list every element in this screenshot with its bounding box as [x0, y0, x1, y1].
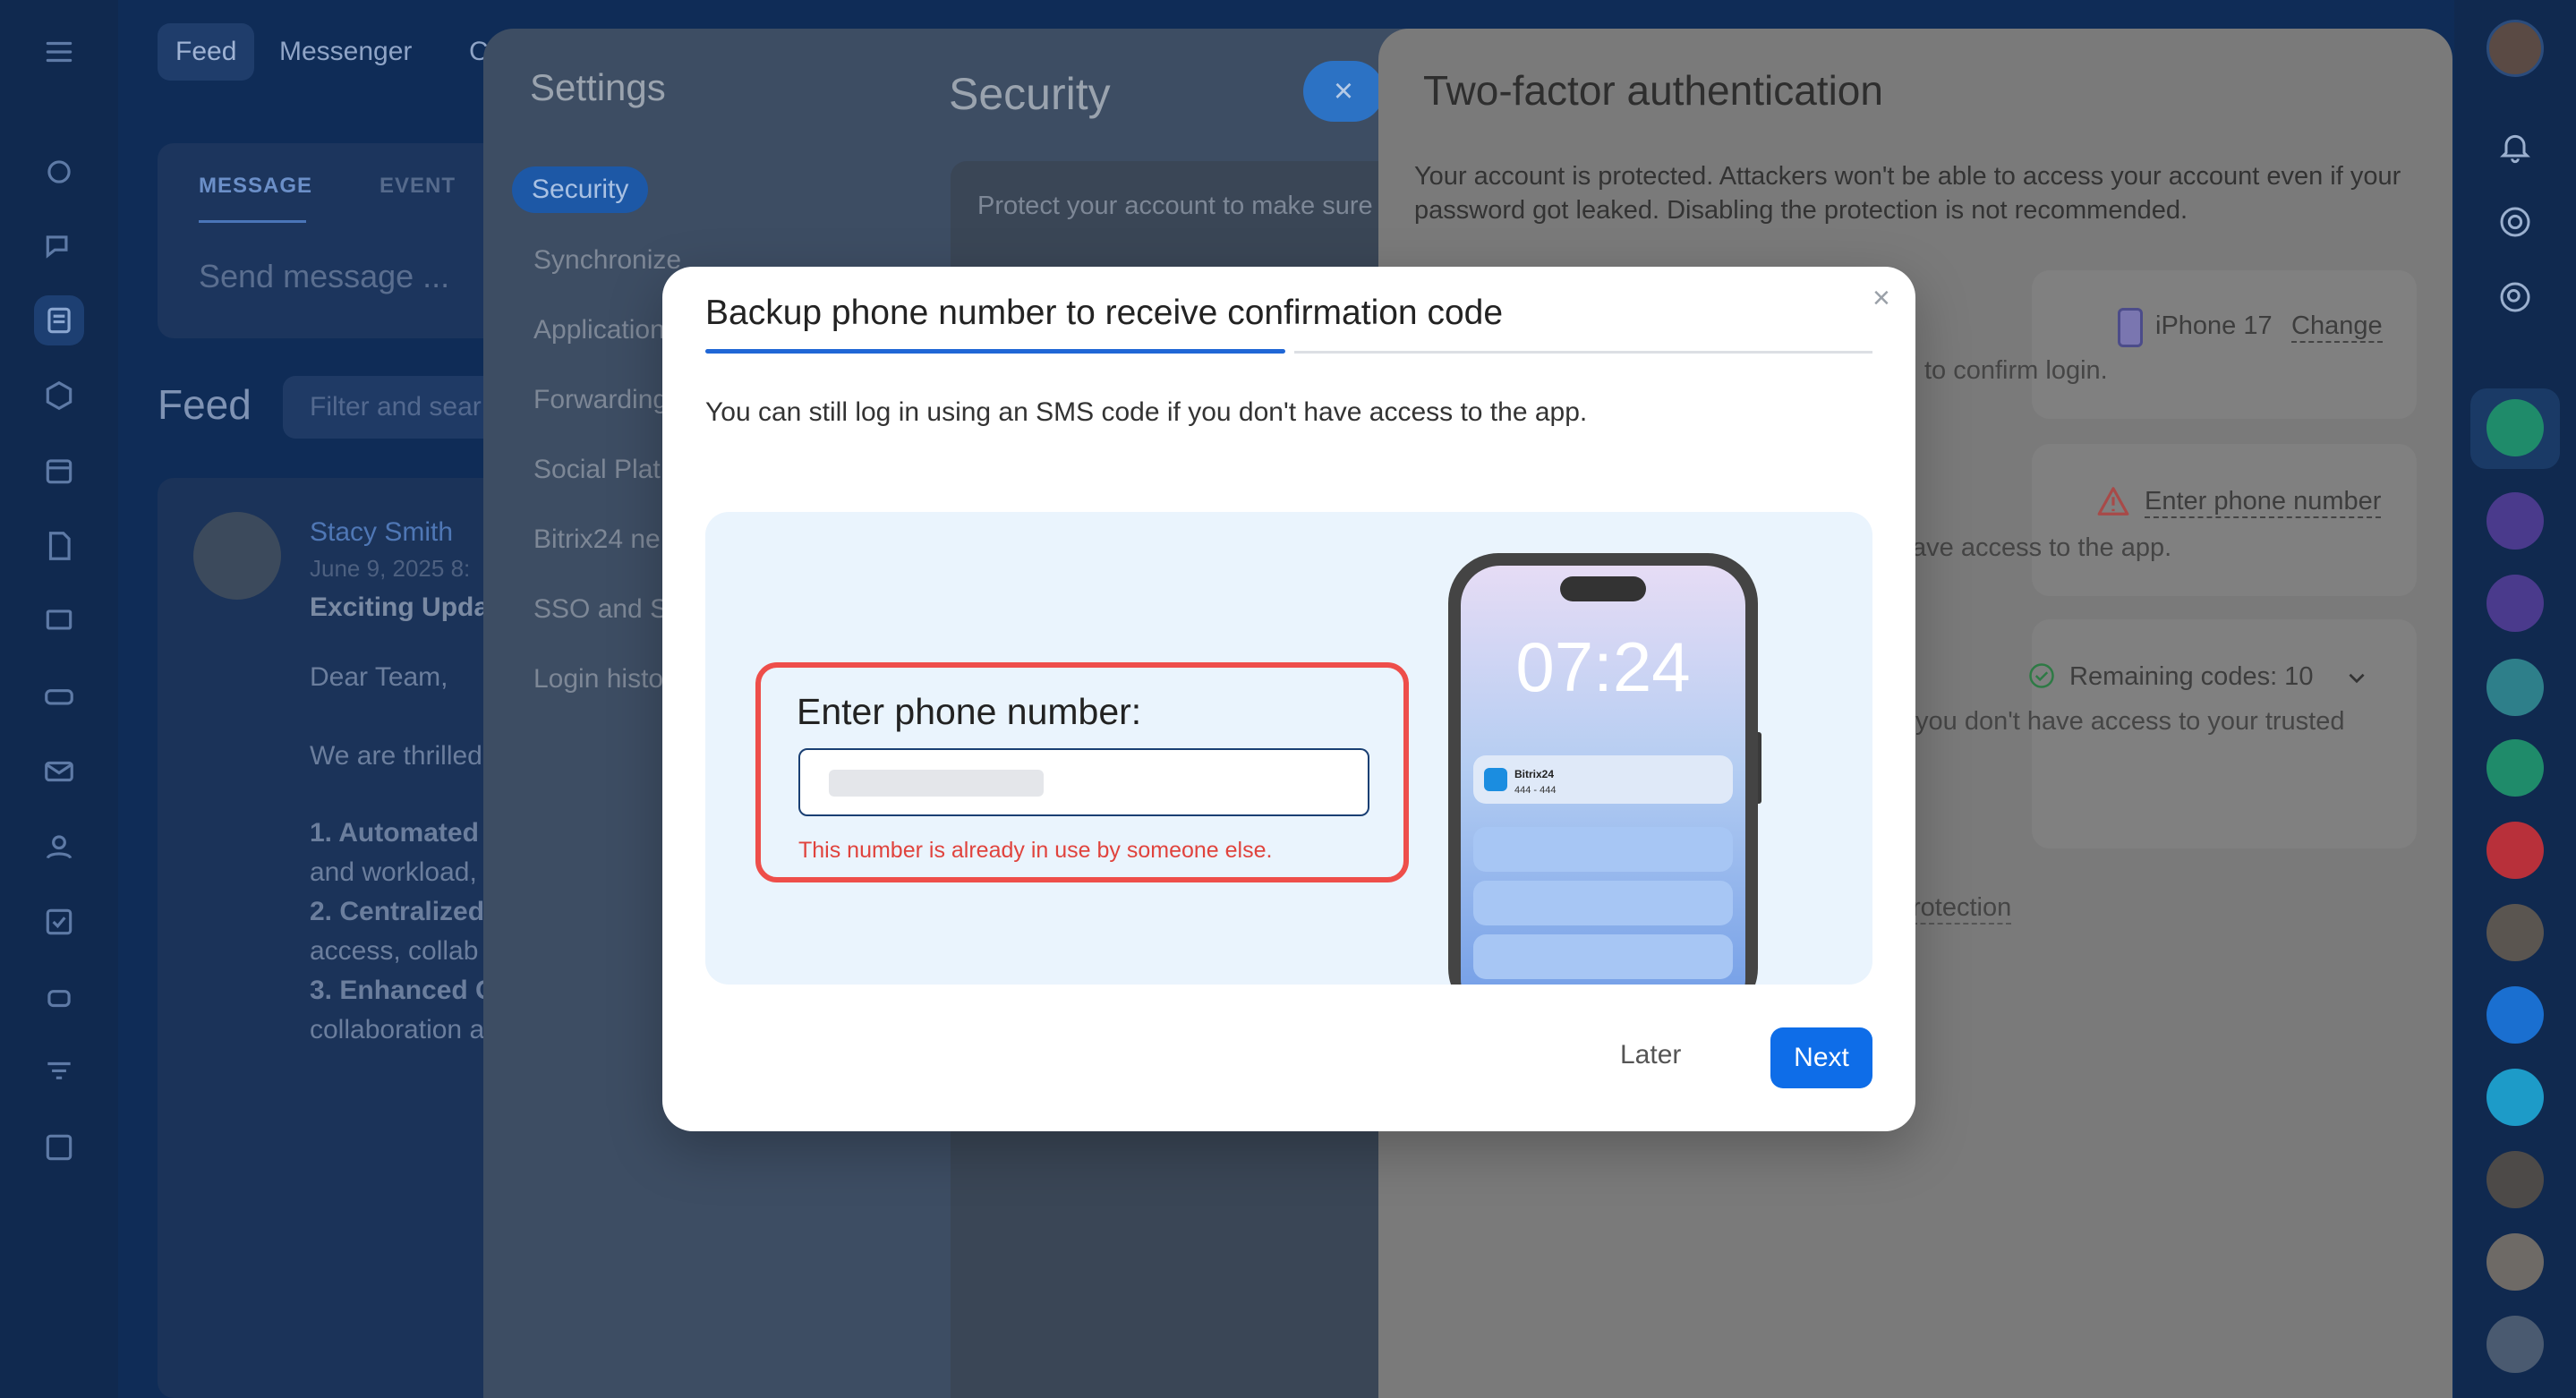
- feed-title: Feed: [158, 381, 252, 428]
- two-factor-title: Two-factor authentication: [1423, 67, 1883, 114]
- tab-message[interactable]: MESSAGE: [199, 174, 312, 199]
- check-circle-icon: [2029, 663, 2054, 688]
- copilot-chat-icon[interactable]: [2486, 575, 2544, 632]
- phone-illustration: 07:24 Bitrix24 444 - 444: [1448, 553, 1761, 985]
- message-input[interactable]: Send message ...: [199, 258, 449, 295]
- chat-icon[interactable]: [34, 222, 84, 272]
- post-line: Dear Team,: [310, 662, 448, 692]
- backup-phone-dialog: Backup phone number to receive confirmat…: [662, 267, 1915, 1131]
- tab-underline: [199, 220, 306, 223]
- progress-step-2: [1294, 351, 1872, 354]
- progress-step-1: [705, 349, 1285, 354]
- tasks-icon[interactable]: [34, 897, 84, 947]
- grid-icon[interactable]: [34, 1122, 84, 1172]
- document-icon[interactable]: [34, 521, 84, 571]
- post-line: access, collab: [310, 936, 479, 966]
- left-navigation: [0, 0, 118, 1398]
- two-factor-description: Your account is protected. Attackers won…: [1414, 162, 2401, 225]
- contacts-icon[interactable]: [34, 822, 84, 872]
- post-line: collaboration a: [310, 1015, 485, 1044]
- checklist-icon[interactable]: [2486, 739, 2544, 797]
- bell-icon[interactable]: [2497, 129, 2533, 165]
- phone-error-message: This number is already in use by someone…: [798, 838, 1273, 863]
- task-app-icon[interactable]: [2486, 399, 2544, 456]
- close-icon[interactable]: ×: [1303, 61, 1384, 122]
- contact-avatar[interactable]: [2486, 1151, 2544, 1208]
- contact-avatar[interactable]: [2486, 1316, 2544, 1373]
- bookmark-icon[interactable]: [2486, 986, 2544, 1044]
- chevron-down-icon[interactable]: [2345, 666, 2368, 689]
- change-device-link[interactable]: Change: [2291, 311, 2383, 343]
- settings-menu-security[interactable]: Security: [512, 166, 649, 213]
- security-title: Security: [949, 69, 1111, 119]
- settings-menu-sso[interactable]: SSO and S: [533, 594, 668, 625]
- device-name: iPhone 17: [2155, 311, 2273, 340]
- board-icon[interactable]: [34, 596, 84, 646]
- feed-icon[interactable]: [34, 295, 84, 345]
- copilot-icon[interactable]: [2486, 492, 2544, 550]
- phone-device-icon: [2118, 308, 2143, 347]
- funnel-icon[interactable]: [34, 1047, 84, 1097]
- post-author[interactable]: Stacy Smith: [310, 517, 453, 548]
- tab-feed[interactable]: Feed: [158, 23, 255, 81]
- search-chat-icon[interactable]: [2497, 279, 2533, 315]
- confirm-login-text: to confirm login.: [1924, 356, 2108, 385]
- post-line: We are thrilled: [310, 741, 482, 771]
- post-title: Exciting Upda: [310, 592, 490, 622]
- mail-icon[interactable]: [34, 746, 84, 797]
- calendar-icon[interactable]: [34, 446, 84, 496]
- phone-card: [2032, 444, 2417, 596]
- group-chat-icon[interactable]: [2486, 822, 2544, 879]
- phone-input[interactable]: [798, 748, 1369, 816]
- enter-phone-link[interactable]: Enter phone number: [2145, 487, 2382, 518]
- security-description: Protect your account to make sure: [977, 192, 1373, 220]
- open-channels-icon[interactable]: [2486, 1069, 2544, 1126]
- phone-illustration-panel: Enter phone number: This number is alrea…: [705, 512, 1872, 985]
- avatar[interactable]: [193, 512, 281, 600]
- settings-menu-bitrix24[interactable]: Bitrix24 ne: [533, 524, 661, 555]
- device-card: [2032, 270, 2417, 419]
- contact-avatar[interactable]: [2486, 904, 2544, 961]
- settings-menu-applications[interactable]: Application: [533, 315, 665, 345]
- notification-text: 444 - 444: [1514, 785, 1556, 796]
- contact-avatar[interactable]: [2486, 1233, 2544, 1291]
- phone-clock: 07:24: [1515, 627, 1690, 706]
- settings-menu-synchronize[interactable]: Synchronize: [533, 245, 681, 276]
- drive-icon[interactable]: [34, 671, 84, 721]
- user-avatar[interactable]: [2486, 20, 2544, 77]
- post-date: June 9, 2025 8:: [310, 555, 471, 582]
- settings-menu-forwarding[interactable]: Forwarding: [533, 385, 668, 415]
- collab-icon[interactable]: [34, 147, 84, 197]
- post-line: 2. Centralized: [310, 897, 485, 926]
- dialog-description: You can still log in using an SMS code i…: [705, 397, 1588, 427]
- close-icon[interactable]: ×: [1872, 281, 1890, 316]
- hexagon-icon[interactable]: [34, 371, 84, 421]
- tab-messenger[interactable]: Messenger: [261, 23, 430, 81]
- warning-icon: [2097, 487, 2129, 516]
- settings-title: Settings: [530, 66, 666, 108]
- settings-menu-login-history[interactable]: Login histo: [533, 664, 663, 695]
- dialog-title: Backup phone number to receive confirmat…: [705, 294, 1504, 332]
- next-button[interactable]: Next: [1770, 1027, 1872, 1088]
- trusted-device-text: you don't have access to your trusted: [1915, 707, 2345, 736]
- phone-label: Enter phone number:: [797, 691, 1142, 732]
- robot-icon[interactable]: [34, 972, 84, 1022]
- later-button[interactable]: Later: [1620, 1040, 1681, 1070]
- reports-icon[interactable]: [2486, 659, 2544, 716]
- menu-icon[interactable]: [34, 27, 84, 77]
- post-line: and workload,: [310, 857, 477, 887]
- remaining-codes: Remaining codes: 10: [2069, 662, 2314, 691]
- target-icon[interactable]: [2497, 204, 2533, 240]
- app-access-text: ave access to the app.: [1912, 533, 2172, 562]
- phone-entry-box: Enter phone number: This number is alrea…: [755, 662, 1409, 882]
- tab-event[interactable]: EVENT: [380, 174, 456, 199]
- phone-input-value: [829, 770, 1044, 797]
- settings-menu-social[interactable]: Social Plat: [533, 455, 661, 485]
- disable-protection-link[interactable]: rotection: [1912, 893, 2012, 925]
- post-line: 1. Automated: [310, 818, 479, 848]
- notification-app: Bitrix24: [1514, 768, 1554, 780]
- post-line: 3. Enhanced C: [310, 976, 495, 1005]
